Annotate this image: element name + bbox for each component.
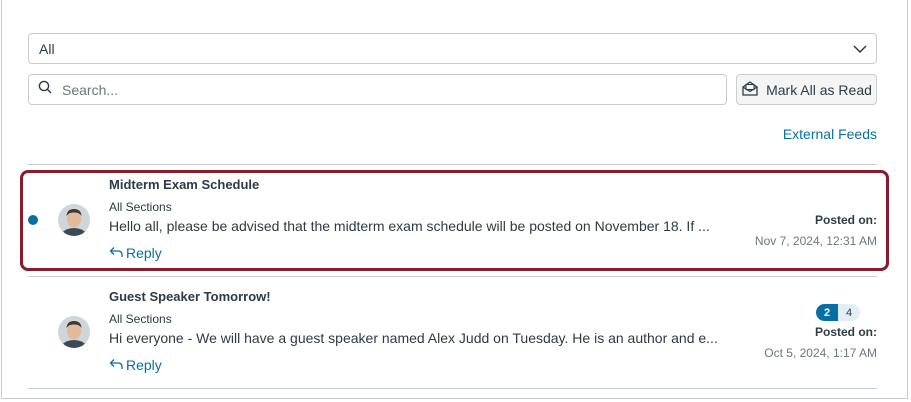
- section-filter-select[interactable]: All: [28, 33, 877, 64]
- posted-on-label: Posted on:: [815, 325, 877, 339]
- envelope-open-icon: [741, 80, 759, 100]
- posted-date: Nov 7, 2024, 12:31 AM: [754, 234, 877, 248]
- search-input[interactable]: [60, 80, 704, 99]
- avatar: [58, 316, 90, 348]
- reply-icon: [109, 357, 123, 373]
- section-filter-value: All: [39, 40, 55, 57]
- announcement-sections: All Sections: [109, 312, 172, 326]
- unread-replies-count: 2: [816, 304, 838, 321]
- reply-label: Reply: [126, 245, 162, 261]
- search-icon: [38, 80, 52, 99]
- external-feeds-link[interactable]: External Feeds: [783, 126, 877, 142]
- reply-link[interactable]: Reply: [109, 357, 162, 373]
- avatar: [58, 204, 90, 236]
- announcement-excerpt: Hi everyone - We will have a guest speak…: [109, 330, 718, 346]
- reply-link[interactable]: Reply: [109, 245, 162, 261]
- announcement-title[interactable]: Midterm Exam Schedule: [109, 177, 259, 192]
- total-replies-count: 4: [838, 304, 860, 321]
- search-field[interactable]: [28, 74, 727, 105]
- posted-on-label: Posted on:: [815, 213, 877, 227]
- chevron-down-icon: [853, 41, 867, 57]
- divider: [28, 276, 877, 277]
- divider: [28, 164, 877, 165]
- announcement-title[interactable]: Guest Speaker Tomorrow!: [109, 289, 271, 304]
- reply-label: Reply: [126, 357, 162, 373]
- posted-date: Oct 5, 2024, 1:17 AM: [764, 346, 877, 360]
- divider: [28, 388, 877, 389]
- announcement-sections: All Sections: [109, 200, 172, 214]
- unread-indicator: [28, 215, 38, 225]
- announcement-excerpt: Hello all, please be advised that the mi…: [109, 218, 710, 234]
- mark-all-read-label: Mark All as Read: [766, 81, 872, 98]
- reply-icon: [109, 245, 123, 261]
- reply-count-badge: 2 4: [816, 304, 860, 321]
- mark-all-read-button[interactable]: Mark All as Read: [736, 74, 877, 105]
